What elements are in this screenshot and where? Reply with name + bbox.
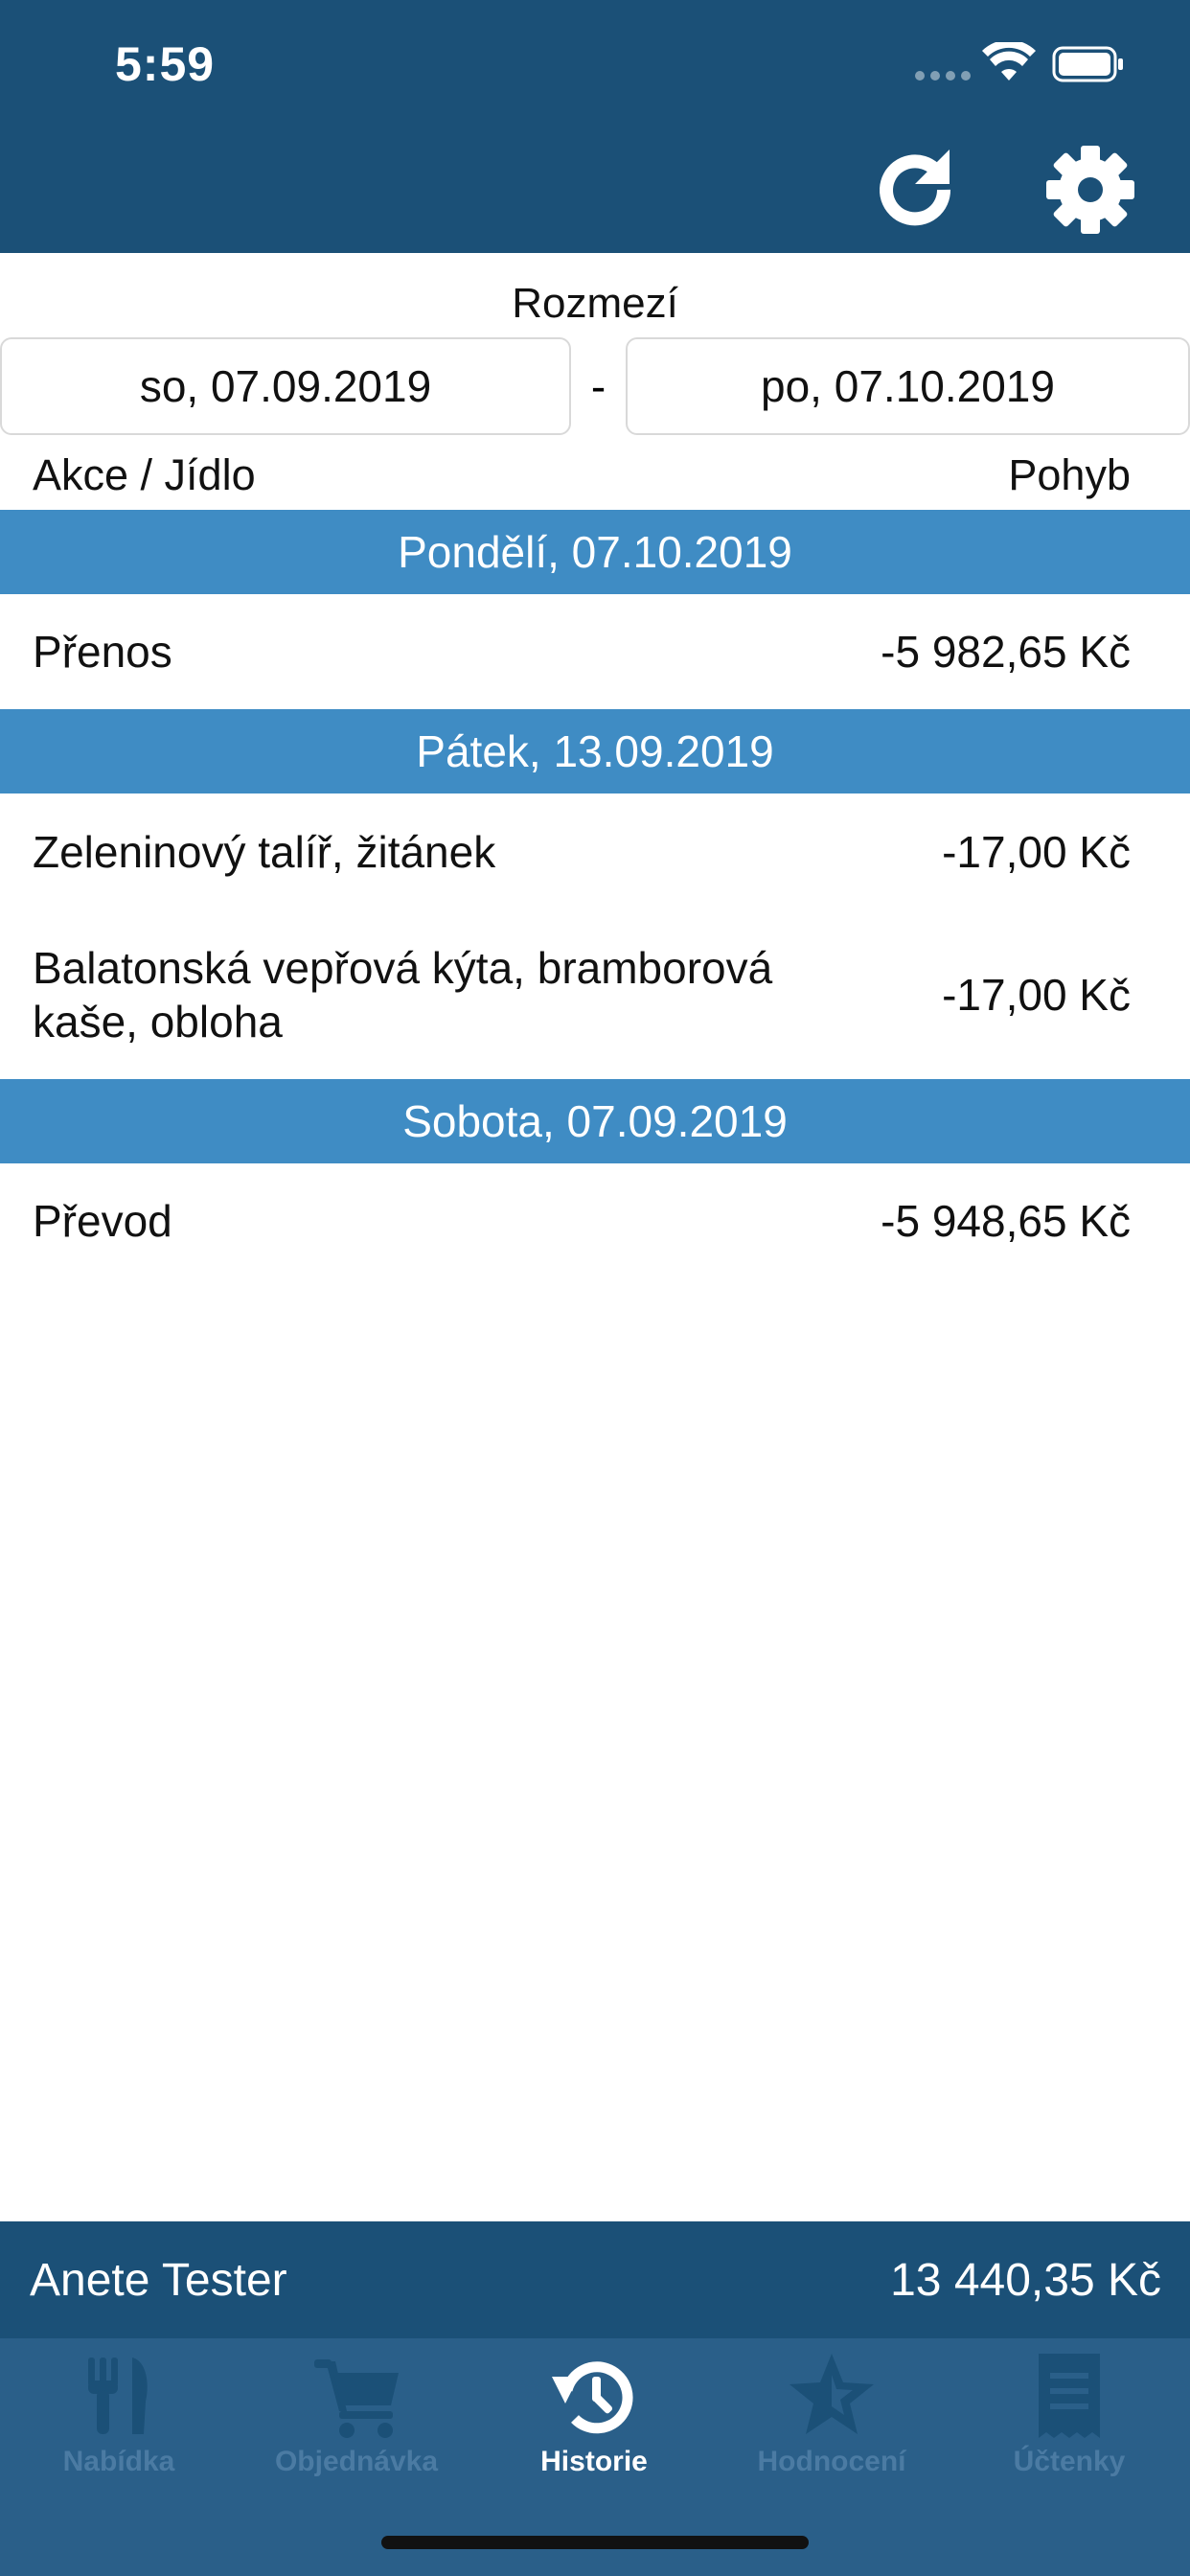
tab-label: Účtenky [1013, 2446, 1126, 2477]
top-bar: 5:59 [0, 0, 1190, 253]
tab-label: Objednávka [274, 2446, 439, 2477]
list-item[interactable]: Převod -5 948,65 Kč [0, 1163, 1190, 1278]
tab-historie[interactable]: Historie [475, 2338, 713, 2482]
tab-objednavka[interactable]: Objednávka [238, 2338, 475, 2482]
day-header: Sobota, 07.09.2019 [0, 1079, 1190, 1163]
item-name: Balatonská vepřová kýta, bramborová kaše… [33, 943, 773, 1046]
account-bar: Anete Tester 13 440,35 Kč [0, 2221, 1190, 2338]
refresh-button[interactable] [867, 142, 963, 238]
item-amount: -17,00 Kč [942, 970, 1131, 1020]
tab-bar: Nabídka Objednávka Historie Hodnocení Úč… [0, 2338, 1190, 2576]
fork-knife-icon [88, 2358, 148, 2434]
list-item[interactable]: Přenos -5 982,65 Kč [0, 594, 1190, 709]
tab-label: Historie [540, 2446, 648, 2477]
status-time: 5:59 [115, 37, 216, 91]
cart-icon [314, 2359, 399, 2438]
range-label: Rozmezí [512, 280, 678, 327]
item-amount: -17,00 Kč [942, 827, 1131, 877]
tab-label: Hodnocení [757, 2446, 906, 2477]
account-balance: 13 440,35 Kč [890, 2254, 1161, 2306]
tab-hodnoceni[interactable]: Hodnocení [713, 2338, 950, 2482]
item-name: Zeleninový talíř, žitánek [33, 827, 496, 877]
tab-uctenky[interactable]: Účtenky [950, 2338, 1188, 2482]
home-indicator [381, 2536, 809, 2549]
item-name: Přenos [33, 627, 172, 677]
day-header: Pondělí, 07.10.2019 [0, 510, 1190, 594]
settings-button[interactable] [1042, 142, 1138, 238]
tab-label: Nabídka [62, 2446, 175, 2477]
user-name: Anete Tester [30, 2254, 287, 2306]
receipt-icon [1039, 2354, 1100, 2438]
date-from-field[interactable]: so, 07.09.2019 [0, 337, 571, 435]
day-header: Pátek, 13.09.2019 [0, 709, 1190, 794]
wifi-icon [982, 42, 1036, 80]
cellular-signal-icon [915, 71, 971, 80]
column-header-amount: Pohyb [1008, 450, 1131, 499]
history-icon [552, 2361, 633, 2434]
column-header-item: Akce / Jídlo [33, 450, 256, 499]
date-to-field[interactable]: po, 07.10.2019 [626, 337, 1190, 435]
star-icon [790, 2354, 874, 2434]
list-item[interactable]: Balatonská vepřová kýta, bramborová kaše… [0, 910, 1190, 1079]
item-amount: -5 982,65 Kč [881, 627, 1131, 677]
battery-icon [1052, 46, 1123, 82]
item-name: Převod [33, 1196, 172, 1246]
date-separator: - [590, 361, 606, 411]
list-item[interactable]: Zeleninový talíř, žitánek -17,00 Kč [0, 794, 1190, 910]
tab-nabidka[interactable]: Nabídka [0, 2338, 238, 2482]
item-amount: -5 948,65 Kč [881, 1196, 1131, 1246]
